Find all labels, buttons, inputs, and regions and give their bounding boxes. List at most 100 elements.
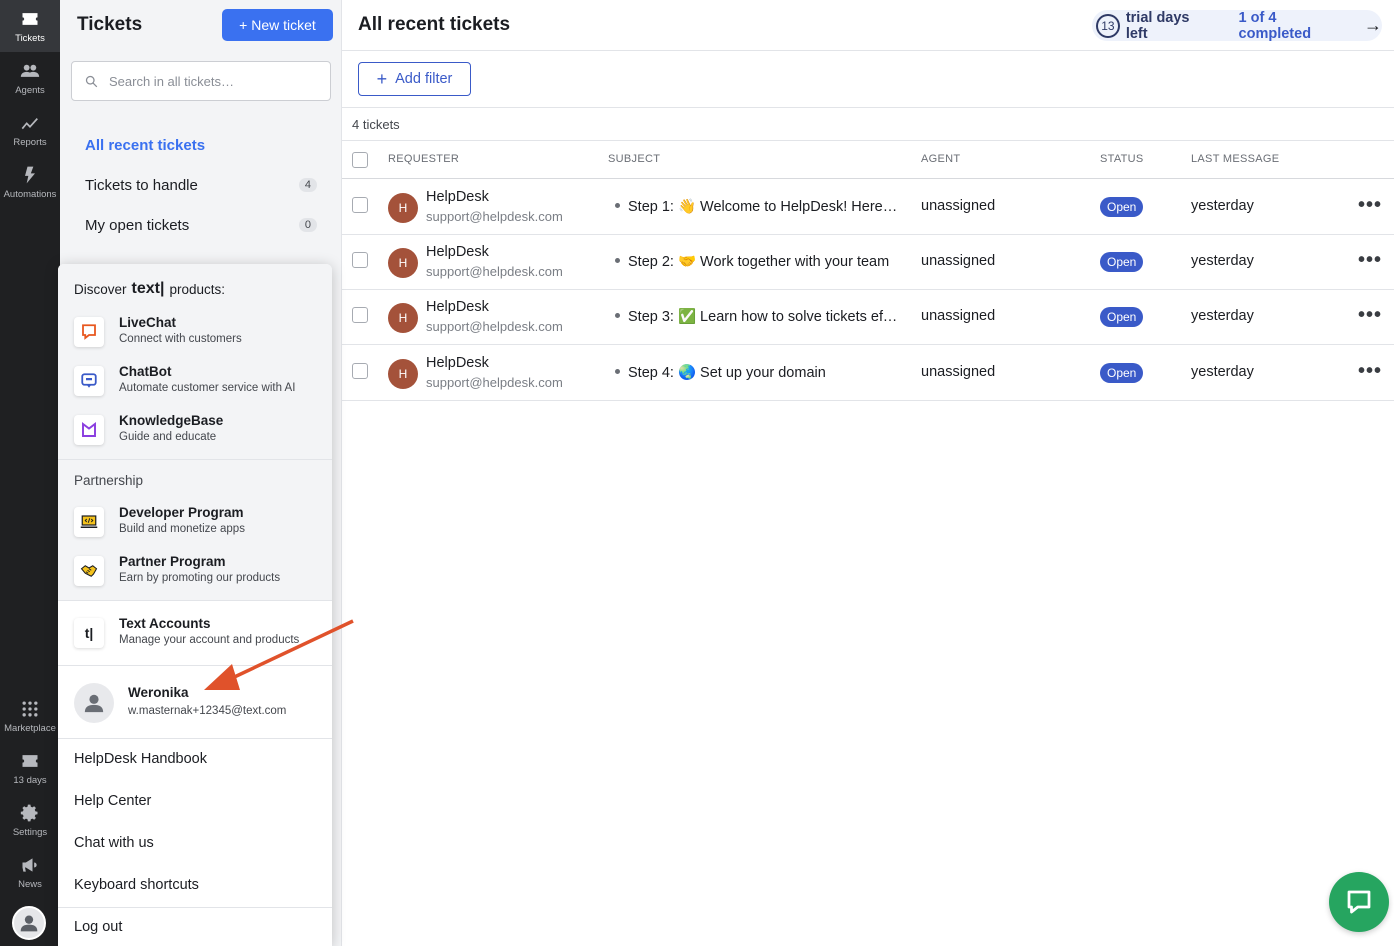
table-row[interactable]: H HelpDesk support@helpdesk.com Step 3: … xyxy=(342,290,1394,345)
requester-name: HelpDesk xyxy=(426,244,489,260)
new-ticket-button[interactable]: + New ticket xyxy=(222,9,333,41)
product-name: KnowledgeBase xyxy=(119,413,224,428)
grid-icon xyxy=(19,698,41,720)
text-accounts-link[interactable]: t| Text Accounts Manage your account and… xyxy=(74,616,324,656)
sidebar-title: Tickets xyxy=(77,14,143,35)
table-row[interactable]: H HelpDesk support@helpdesk.com Step 4: … xyxy=(342,346,1394,401)
rail-tickets[interactable]: Tickets xyxy=(0,0,60,52)
knowledgebase-icon xyxy=(74,415,104,445)
bolt-icon xyxy=(19,164,41,186)
chat-widget-button[interactable] xyxy=(1329,872,1389,932)
ticket-subject[interactable]: Step 3: ✅ Learn how to solve tickets eff… xyxy=(628,308,900,325)
rail-reports[interactable]: Reports xyxy=(0,104,60,156)
table-header: REQUESTER SUBJECT AGENT STATUS LAST MESS… xyxy=(342,141,1394,179)
rail-automations[interactable]: Automations xyxy=(0,156,60,208)
divider xyxy=(342,50,1394,51)
rail-label: Automations xyxy=(3,189,57,200)
unread-dot xyxy=(615,258,620,263)
trial-banner[interactable]: 13 trial days left 1 of 4 completed → xyxy=(1092,9,1382,42)
more-options-icon[interactable]: ••• xyxy=(1358,194,1382,217)
requester-name: HelpDesk xyxy=(426,355,489,371)
column-header-agent[interactable]: AGENT xyxy=(921,153,960,165)
row-checkbox[interactable] xyxy=(352,197,368,213)
arrow-right-icon: → xyxy=(1364,15,1382,35)
add-filter-button[interactable]: + Add filter xyxy=(358,62,471,96)
helpdesk-handbook-link[interactable]: HelpDesk Handbook xyxy=(74,751,207,767)
rail-settings[interactable]: Settings xyxy=(0,794,60,846)
user-avatar-button[interactable] xyxy=(12,906,46,940)
row-checkbox[interactable] xyxy=(352,307,368,323)
user-name: Weronika xyxy=(128,685,189,700)
rail-agents[interactable]: Agents xyxy=(0,52,60,104)
product-name: Developer Program xyxy=(119,505,244,520)
ticket-subject[interactable]: Step 1: 👋 Welcome to HelpDesk! Here’s … xyxy=(628,198,900,215)
trial-days-text: trial days left xyxy=(1125,9,1190,42)
discover-heading: Discover text| products: xyxy=(74,280,225,298)
partner-program[interactable]: Partner Program Earn by promoting our pr… xyxy=(74,554,324,594)
handshake-icon xyxy=(74,556,104,586)
last-message: yesterday xyxy=(1191,253,1254,269)
text-brand-logo: text| xyxy=(131,280,165,297)
user-icon xyxy=(20,915,38,932)
keyboard-shortcuts-link[interactable]: Keyboard shortcuts xyxy=(74,877,199,893)
divider xyxy=(58,665,332,666)
divider xyxy=(342,107,1394,108)
search-box[interactable] xyxy=(71,61,331,101)
nav-label: All recent tickets xyxy=(85,136,206,154)
nav-tickets-to-handle[interactable]: Tickets to handle 4 xyxy=(85,173,317,197)
add-filter-label: Add filter xyxy=(395,71,453,87)
requester-email: support@helpdesk.com xyxy=(426,375,563,390)
more-options-icon[interactable]: ••• xyxy=(1358,360,1382,383)
product-desc: Guide and educate xyxy=(119,431,217,443)
avatar: H xyxy=(388,359,418,389)
status-badge: Open xyxy=(1100,307,1144,327)
more-options-icon[interactable]: ••• xyxy=(1358,304,1382,327)
product-chatbot[interactable]: ChatBot Automate customer service with A… xyxy=(74,364,324,404)
column-header-last-message[interactable]: LAST MESSAGE xyxy=(1191,153,1279,165)
row-checkbox[interactable] xyxy=(352,252,368,268)
logout-link[interactable]: Log out xyxy=(74,919,122,935)
requester-name: HelpDesk xyxy=(426,299,489,315)
column-header-requester[interactable]: REQUESTER xyxy=(388,153,459,165)
column-header-subject[interactable]: SUBJECT xyxy=(608,153,660,165)
ticket-subject[interactable]: Step 2: 🤝 Work together with your team xyxy=(628,253,900,270)
ticket-agent: unassigned xyxy=(921,253,996,269)
last-message: yesterday xyxy=(1191,198,1254,214)
gear-icon xyxy=(19,802,41,824)
rail-news[interactable]: News xyxy=(0,846,60,898)
ticket-agent: unassigned xyxy=(921,198,996,214)
search-input[interactable] xyxy=(109,73,309,89)
row-checkbox[interactable] xyxy=(352,363,368,379)
user-icon xyxy=(84,694,104,713)
divider xyxy=(58,600,332,601)
chat-with-us-link[interactable]: Chat with us xyxy=(74,835,154,851)
table-row[interactable]: H HelpDesk support@helpdesk.com Step 2: … xyxy=(342,235,1394,290)
rail-label: Tickets xyxy=(15,33,45,44)
product-name: LiveChat xyxy=(119,315,177,330)
product-knowledgebase[interactable]: KnowledgeBase Guide and educate xyxy=(74,413,324,453)
nav-count-badge: 4 xyxy=(298,178,317,192)
nav-my-open-tickets[interactable]: My open tickets 0 xyxy=(85,213,317,237)
help-center-link[interactable]: Help Center xyxy=(74,793,151,809)
nav-label: Tickets to handle xyxy=(85,176,198,194)
select-all-checkbox[interactable] xyxy=(352,152,368,168)
column-header-status[interactable]: STATUS xyxy=(1100,153,1144,165)
table-row[interactable]: H HelpDesk support@helpdesk.com Step 1: … xyxy=(342,180,1394,235)
chatbot-icon xyxy=(74,366,104,396)
rail-label: Marketplace xyxy=(4,723,56,734)
developer-icon xyxy=(74,507,104,537)
product-livechat[interactable]: LiveChat Connect with customers xyxy=(74,315,324,355)
rail-trial[interactable]: 13 days xyxy=(0,742,60,794)
left-rail: Tickets Agents Reports Automations Marke… xyxy=(0,0,60,946)
partner-developer-program[interactable]: Developer Program Build and monetize app… xyxy=(74,505,324,545)
text-accounts-icon: t| xyxy=(74,618,104,648)
unread-dot xyxy=(615,369,620,374)
ticket-subject[interactable]: Step 4: 🌏 Set up your domain xyxy=(628,364,900,381)
rail-marketplace[interactable]: Marketplace xyxy=(0,690,60,742)
user-email: w.masternak+12345@text.com xyxy=(128,705,287,717)
trial-days-count: 13 xyxy=(1096,13,1120,38)
product-desc: Manage your account and products xyxy=(119,634,300,646)
more-options-icon[interactable]: ••• xyxy=(1358,249,1382,272)
product-desc: Connect with customers xyxy=(119,333,242,345)
nav-all-recent-tickets[interactable]: All recent tickets xyxy=(85,133,317,157)
